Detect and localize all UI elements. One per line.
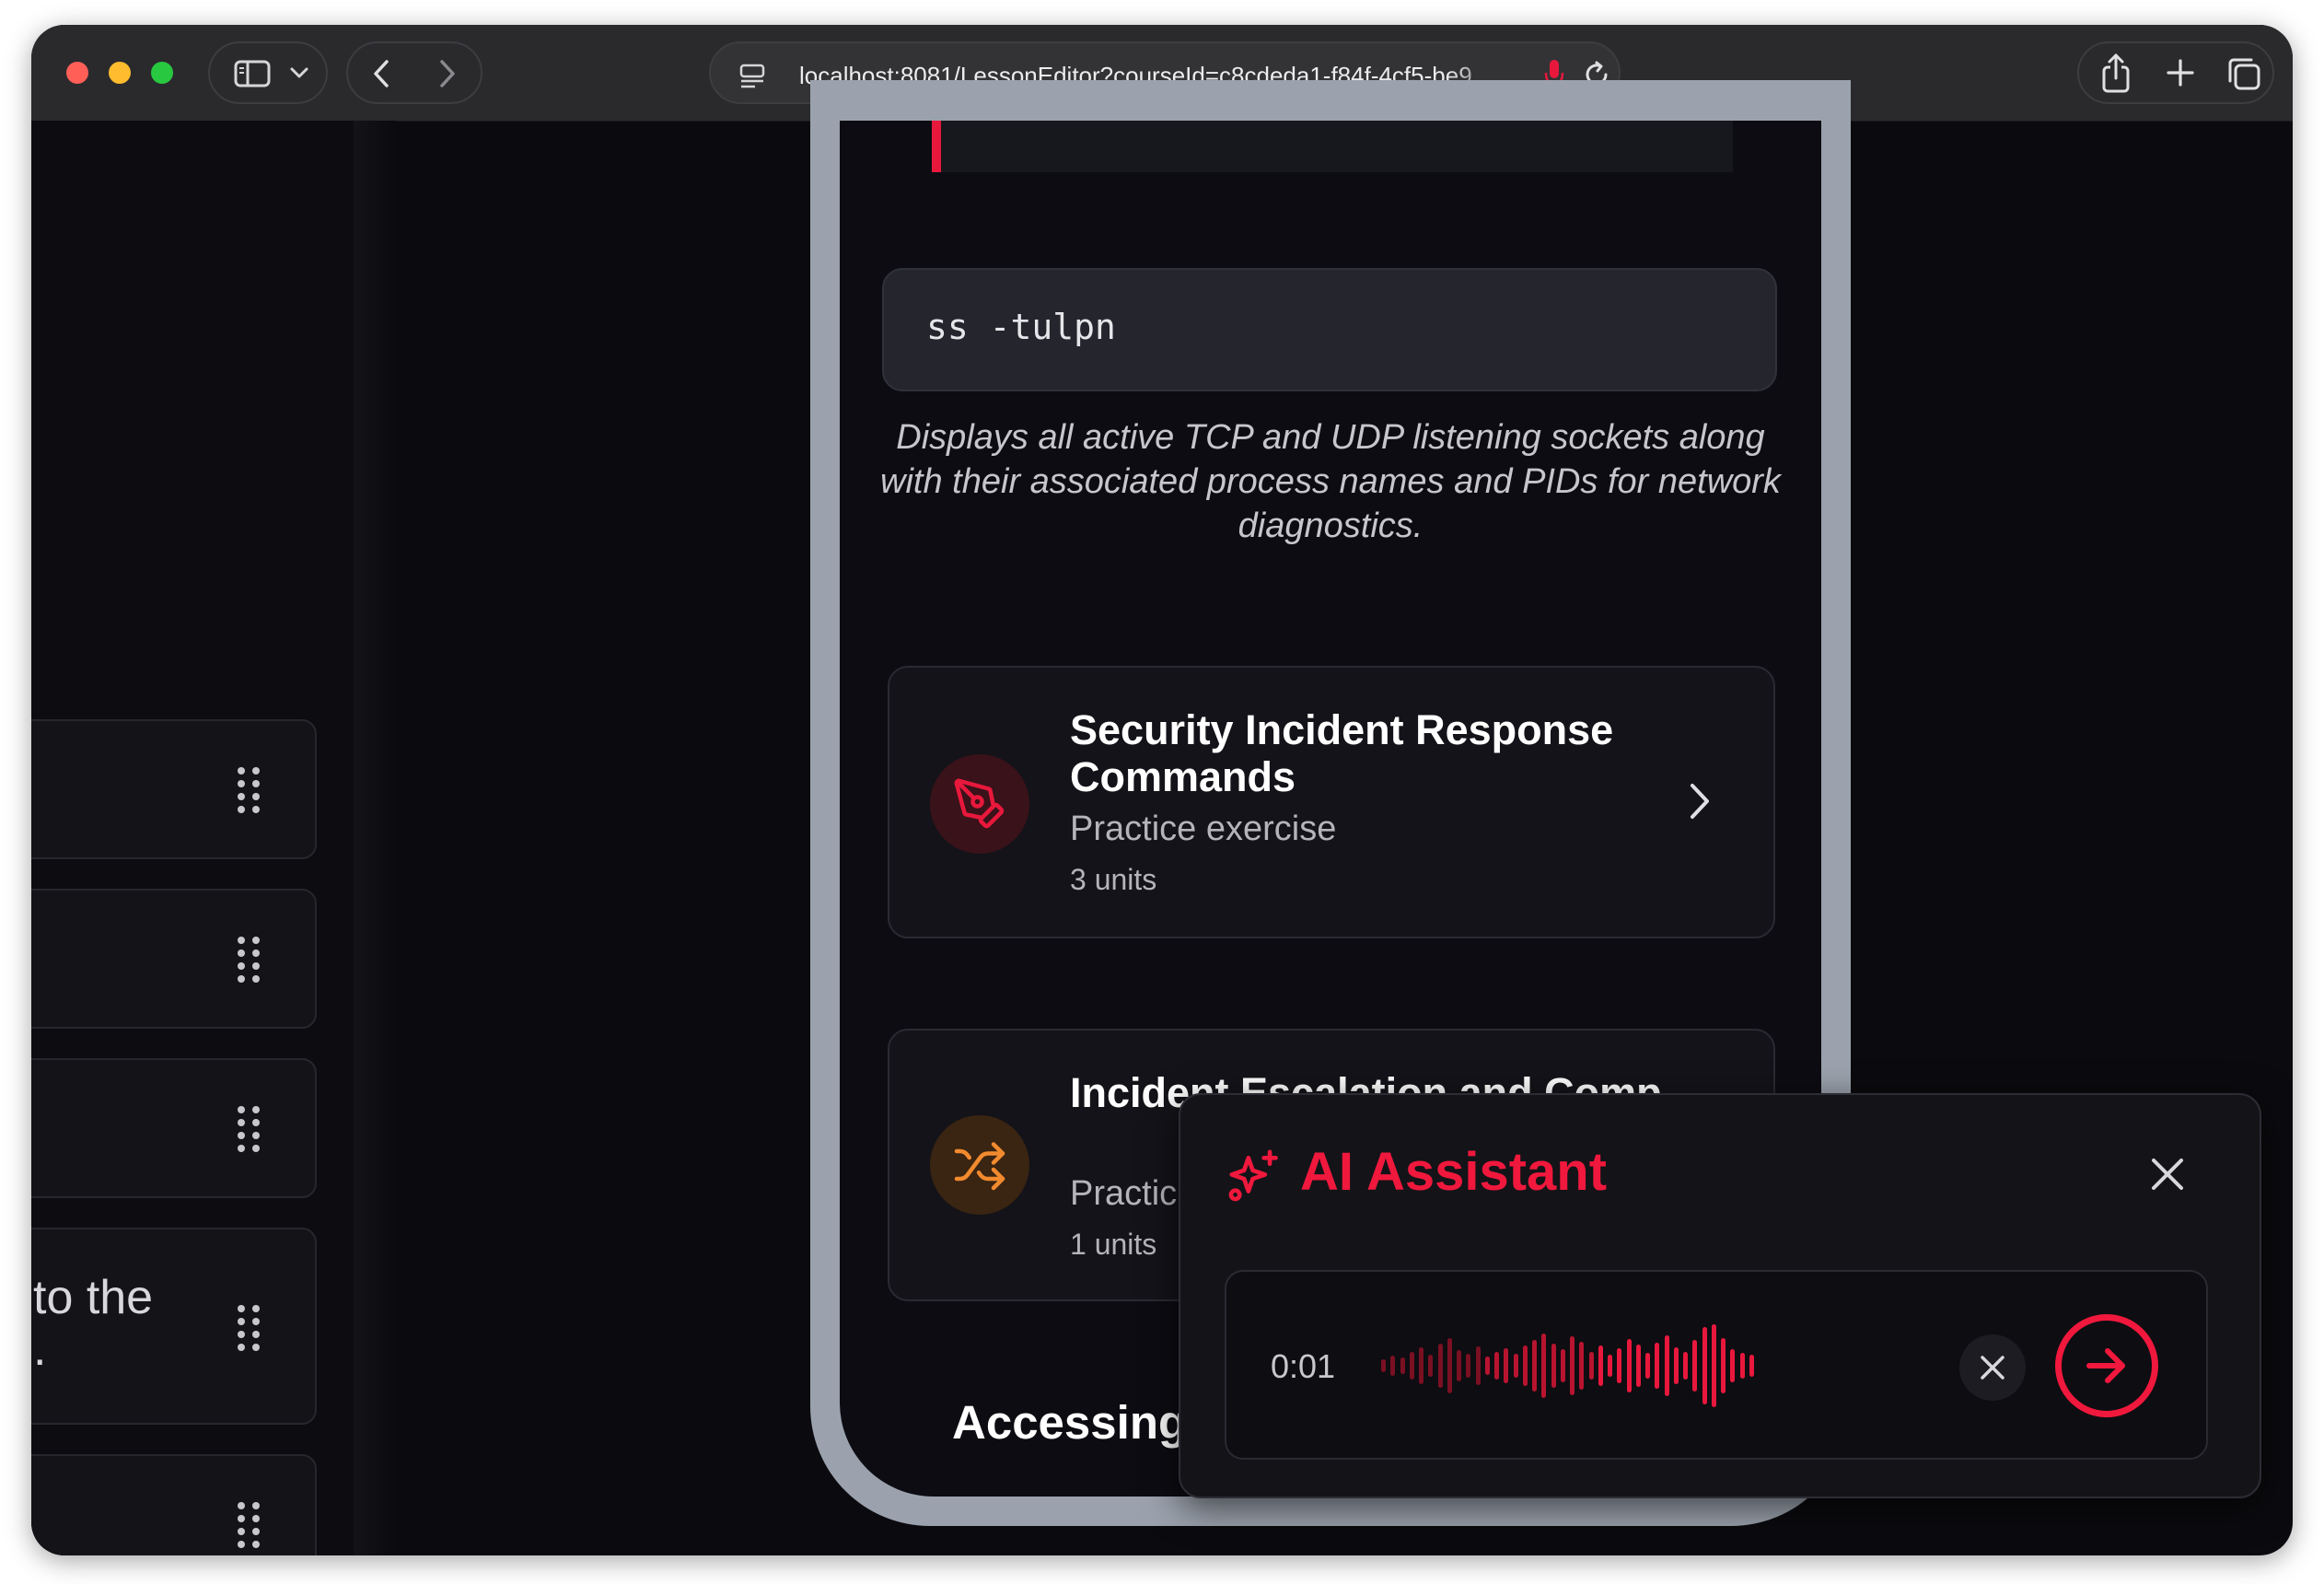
waveform-bar [1626,1339,1632,1392]
waveform-bar [1560,1349,1565,1382]
waveform-bar [1400,1357,1405,1374]
lesson-title: Security Incident Response Commands [1070,706,1614,800]
share-icon[interactable] [2099,52,2132,93]
block-item-text: to the [33,1271,154,1324]
sidebar-toggle-button[interactable] [208,41,328,104]
waveform-bar [1466,1354,1471,1378]
waveform-bar [1673,1347,1679,1384]
waveform-bar [1579,1342,1585,1390]
waveform-bar [1598,1345,1603,1386]
drag-handle-icon[interactable] [238,1502,263,1548]
waveform-bar [1475,1346,1481,1385]
content-block [932,121,1733,172]
drag-handle-icon[interactable] [238,937,263,983]
block-item[interactable] [31,1058,317,1198]
waveform-bar [1721,1338,1726,1393]
waveform-bar [1749,1355,1754,1377]
sidebar-toggle-icon [234,60,271,87]
close-icon [1981,1356,2004,1380]
waveform-bar [1409,1352,1414,1380]
waveform-bar [1655,1343,1660,1389]
waveform-bar [1702,1327,1707,1404]
pen-tool-icon [954,778,1005,829]
send-recording-button[interactable] [2055,1314,2158,1417]
ai-assistant-title: AI Assistant [1300,1142,1608,1202]
lesson-card[interactable]: Security Incident Response Commands Prac… [888,666,1775,938]
recording-time: 0:01 [1271,1347,1336,1385]
code-caption: Displays all active TCP and UDP listenin… [880,418,1781,545]
waveform-bar [1588,1352,1594,1380]
waveform-bar [1522,1345,1528,1386]
block-item[interactable] [31,889,317,1029]
minimize-window-button[interactable] [109,62,131,84]
browser-window: localhost:8081/LessonEditor?courseId=c8c… [31,25,2293,1555]
block-item[interactable] [31,719,317,859]
waveform-bar [1513,1354,1518,1378]
waveform-bar [1730,1349,1736,1382]
waveform-bar [1617,1348,1622,1383]
sparkles-icon [1228,1149,1278,1202]
waveform-bar [1437,1344,1443,1388]
waveform-bar [1608,1355,1612,1377]
ai-assistant-panel: AI Assistant 0:01 [1179,1093,2261,1498]
waveform-bar [1484,1357,1490,1375]
panel-divider [354,121,396,1555]
close-window-button[interactable] [66,62,88,84]
lesson-units: 3 units [1070,863,1157,896]
block-item[interactable] [31,1454,317,1555]
new-tab-icon[interactable] [2166,58,2195,87]
waveform-bar [1390,1356,1396,1376]
chevron-down-icon[interactable] [289,65,309,80]
audio-waveform [1381,1318,1759,1414]
waveform-bar [1541,1334,1547,1398]
code-block: ss -tulpn [882,268,1777,391]
voice-recorder: 0:01 [1225,1270,2208,1460]
zoom-window-button[interactable] [151,62,173,84]
waveform-bar [1635,1345,1641,1387]
waveform-bar [1428,1355,1434,1377]
waveform-bar [1683,1352,1688,1380]
block-item[interactable]: to the . [31,1228,317,1425]
waveform-bar [1381,1359,1386,1372]
shuffle-icon [954,1142,1005,1191]
waveform-bar [1711,1324,1716,1407]
back-icon[interactable] [370,58,394,89]
share-button[interactable] [2077,41,2274,104]
arrow-right-icon [2086,1348,2125,1383]
lesson-subtitle: Practic [1070,1174,1178,1213]
block-item-text-secondary: . [33,1322,47,1376]
lesson-icon-wrap [930,1115,1029,1215]
tabs-overview-icon[interactable] [2226,56,2261,91]
waveform-bar [1504,1348,1509,1383]
waveform-bar [1664,1335,1669,1396]
waveform-bar [1447,1338,1452,1393]
drag-handle-icon[interactable] [238,1106,263,1152]
drag-handle-icon[interactable] [238,767,263,813]
accent-bar [932,121,941,172]
code-text: ss -tulpn [926,307,1116,347]
waveform-bar [1551,1344,1556,1388]
lesson-blocks-panel: to the . [31,121,354,1555]
waveform-bar [1494,1352,1499,1380]
close-icon[interactable] [2149,1156,2186,1193]
waveform-bar [1419,1347,1423,1384]
chevron-right-icon[interactable] [1685,780,1713,822]
navigation-buttons [346,41,482,104]
waveform-bar [1532,1340,1537,1392]
waveform-bar [1739,1353,1745,1379]
site-settings-icon[interactable] [738,62,766,89]
waveform-bar [1645,1353,1650,1379]
lesson-subtitle: Practice exercise [1070,809,1337,848]
drag-handle-icon[interactable] [238,1305,263,1351]
section-heading: Accessing [952,1396,1188,1449]
lesson-icon-wrap [930,754,1029,854]
waveform-bar [1457,1350,1461,1381]
lesson-units: 1 units [1070,1228,1157,1261]
cancel-recording-button[interactable] [1959,1334,2026,1401]
waveform-bar [1692,1340,1698,1392]
forward-icon[interactable] [435,58,459,89]
waveform-bar [1570,1336,1575,1395]
